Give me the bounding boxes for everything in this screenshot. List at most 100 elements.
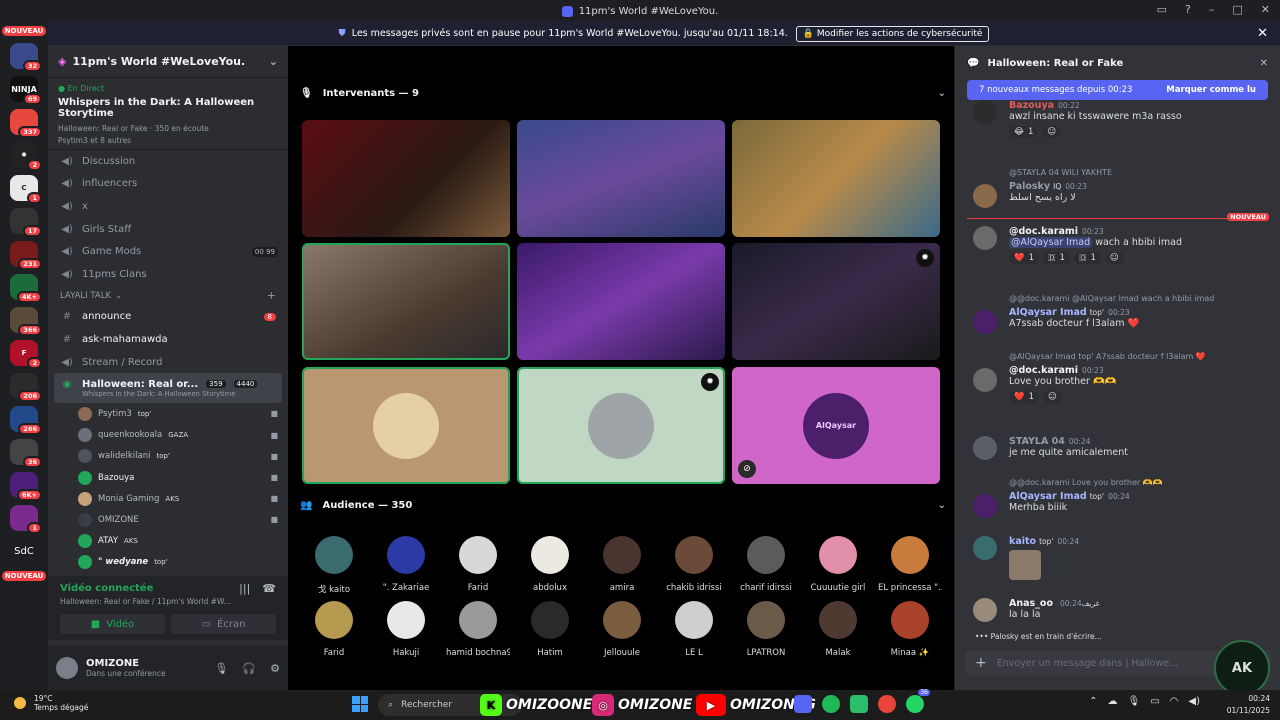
audience-member[interactable]: LE L — [662, 601, 726, 658]
server-icon[interactable]: C1 — [10, 175, 42, 204]
reply-preview[interactable]: @STAYLA 04 WILI YAKHTE — [1009, 168, 1273, 177]
audience-member[interactable]: Hatim — [518, 601, 582, 658]
start-button[interactable] — [352, 696, 368, 712]
channel-influencers[interactable]: ◀) influencers — [48, 173, 288, 196]
speaker-avatar-tile[interactable]: ✹ — [517, 367, 725, 484]
avatar[interactable] — [56, 657, 78, 679]
image-attachment[interactable] — [1009, 550, 1041, 580]
weather-widget[interactable]: 19°C Temps dégagé — [14, 694, 88, 712]
minimize-button[interactable]: – — [1209, 3, 1215, 16]
speaker-avatar-tile[interactable] — [302, 367, 510, 484]
banner-close-icon[interactable]: ✕ — [1257, 26, 1268, 41]
audience-member[interactable]: amira — [590, 536, 654, 593]
channel-girls-staff[interactable]: ◀) Girls Staff — [48, 218, 288, 241]
message-author[interactable]: AlQaysar Imad — [1009, 307, 1087, 318]
avatar[interactable] — [973, 100, 997, 124]
message-author[interactable]: Bazouya — [1009, 100, 1054, 111]
audience-member[interactable]: LPATRON — [734, 601, 798, 658]
message-author[interactable]: STAYLA 04 — [1009, 436, 1065, 447]
video-button[interactable]: ■ Vidéo — [60, 614, 165, 634]
help-icon[interactable]: ? — [1185, 3, 1191, 16]
avatar[interactable] — [973, 184, 997, 208]
message-author[interactable]: Palosky — [1009, 181, 1050, 192]
discord-app-icon[interactable] — [794, 695, 812, 713]
speaker-video-tile[interactable] — [302, 243, 510, 360]
channel-stream-record[interactable]: ◀) Stream / Record — [48, 351, 288, 374]
member-item[interactable]: walidelkilani top' ■ — [48, 446, 288, 467]
noise-suppression-icon[interactable]: ||| — [239, 582, 250, 595]
plus-icon[interactable]: + — [975, 655, 987, 671]
microphone-icon[interactable]: 🎙 — [1128, 696, 1141, 707]
member-item[interactable]: OMIZONE ■ — [48, 509, 288, 530]
server-icon[interactable]: 4K+ — [10, 274, 42, 303]
audience-header[interactable]: 👥 Audience — 350 ⌄ — [300, 500, 946, 511]
server-icon[interactable]: ✸ 2 — [10, 142, 42, 171]
audience-member[interactable]: Farid — [302, 601, 366, 658]
audience-member[interactable]: EL princessa "... — [878, 536, 942, 593]
close-icon[interactable]: ✕ — [1260, 58, 1268, 69]
speaker-video-tile[interactable]: ✹ — [732, 243, 940, 360]
gear-icon[interactable]: ⚙ — [270, 662, 280, 675]
app-icon[interactable] — [850, 695, 868, 713]
audience-member[interactable]: 戈 kaito — [302, 536, 366, 595]
member-item[interactable]: queenkookoala GAZA ■ — [48, 425, 288, 446]
member-item[interactable]: Bazouya ■ — [48, 467, 288, 488]
audience-member[interactable]: abdolux — [518, 536, 582, 593]
audience-member[interactable]: hamid bochna9 — [446, 601, 510, 658]
server-icon[interactable]: F2 — [10, 340, 42, 369]
add-reaction-icon[interactable]: ☺ — [1043, 391, 1062, 403]
audience-member[interactable]: charif idirssi — [734, 536, 798, 593]
server-icon[interactable]: 1 — [10, 505, 42, 534]
member-item[interactable]: Psytim3 top' ■ — [48, 403, 288, 424]
message-author[interactable]: @doc.karami — [1009, 365, 1078, 376]
server-icon[interactable]: 337 — [10, 109, 42, 138]
audience-member[interactable]: chakib idrissi — [662, 536, 726, 593]
speaker-video-tile[interactable] — [517, 120, 725, 237]
whatsapp-app-icon[interactable]: 36 — [906, 689, 930, 713]
message-author[interactable]: AlQaysar Imad — [1009, 491, 1087, 502]
server-header[interactable]: ◈ 11pm's World #WeLoveYou. ⌄ — [48, 46, 288, 78]
avatar[interactable] — [973, 368, 997, 392]
reply-preview[interactable]: @@doc.karami @AlQaysar Imad wach a hbibi… — [1009, 294, 1273, 303]
channel-discussion[interactable]: ◀) Discussion — [48, 150, 288, 173]
server-icon[interactable]: 36 — [10, 439, 42, 468]
avatar[interactable] — [973, 598, 997, 622]
channel-x[interactable]: ◀) x — [48, 195, 288, 218]
speaker-video-tile[interactable] — [517, 243, 725, 360]
channel-game-mods[interactable]: ◀) Game Mods 00 99 — [48, 240, 288, 263]
server-icon[interactable]: 32 — [10, 43, 42, 72]
add-reaction-icon[interactable]: ☺ — [1042, 126, 1062, 138]
audience-member[interactable]: Malak — [806, 601, 870, 658]
avatar[interactable] — [973, 436, 997, 460]
microphone-icon[interactable]: 🎙 — [214, 662, 228, 675]
speaker-video-tile[interactable] — [732, 120, 940, 237]
volume-icon[interactable]: ◀) — [1188, 696, 1200, 707]
reply-preview[interactable]: @AlQaysar Imad top' A7ssab docteur f l3a… — [1009, 352, 1273, 361]
reaction[interactable]: ❤️ 1 — [1009, 391, 1040, 403]
add-channel-icon[interactable]: + — [267, 289, 276, 302]
message-author[interactable]: kaito — [1009, 536, 1036, 547]
channel-announce[interactable]: # announce 8 — [48, 306, 288, 329]
category-layali-talk[interactable]: LAYALI TALK ⌄ + — [48, 286, 288, 306]
server-icon[interactable]: SdC — [10, 538, 38, 564]
audience-member[interactable]: Farid — [446, 536, 510, 593]
audience-member[interactable]: Minaa ✨ — [878, 601, 942, 658]
new-messages-bar[interactable]: 7 nouveaux messages depuis 00:23 Marquer… — [967, 80, 1268, 100]
maximize-button[interactable]: □ — [1232, 3, 1242, 16]
chrome-app-icon[interactable] — [878, 695, 896, 713]
wifi-icon[interactable]: ◠ — [1170, 696, 1179, 707]
cloud-icon[interactable]: ☁ — [1108, 696, 1118, 707]
avatar[interactable] — [973, 494, 997, 518]
speakers-header[interactable]: 🎙 Intervenants — 9 ⌄ — [300, 88, 946, 99]
reaction[interactable]: ❤️ 1 — [1009, 252, 1040, 264]
close-window-button[interactable]: ✕ — [1261, 3, 1270, 16]
audience-member[interactable]: Jellouule — [590, 601, 654, 658]
channel-ask-mahamawda[interactable]: # ask-mahamawda — [48, 328, 288, 351]
mark-read-button[interactable]: Marquer comme lu — [1166, 85, 1256, 95]
server-icon[interactable]: NINJA 69 — [10, 76, 42, 105]
audience-member[interactable]: Hakuji — [374, 601, 438, 658]
avatar[interactable] — [973, 226, 997, 250]
screen-share-button[interactable]: ▭ Écran — [171, 614, 276, 634]
member-item[interactable]: ATAY AKS — [48, 530, 288, 551]
taskbar-clock[interactable]: 00:24 01/11/2025 — [1227, 693, 1270, 717]
